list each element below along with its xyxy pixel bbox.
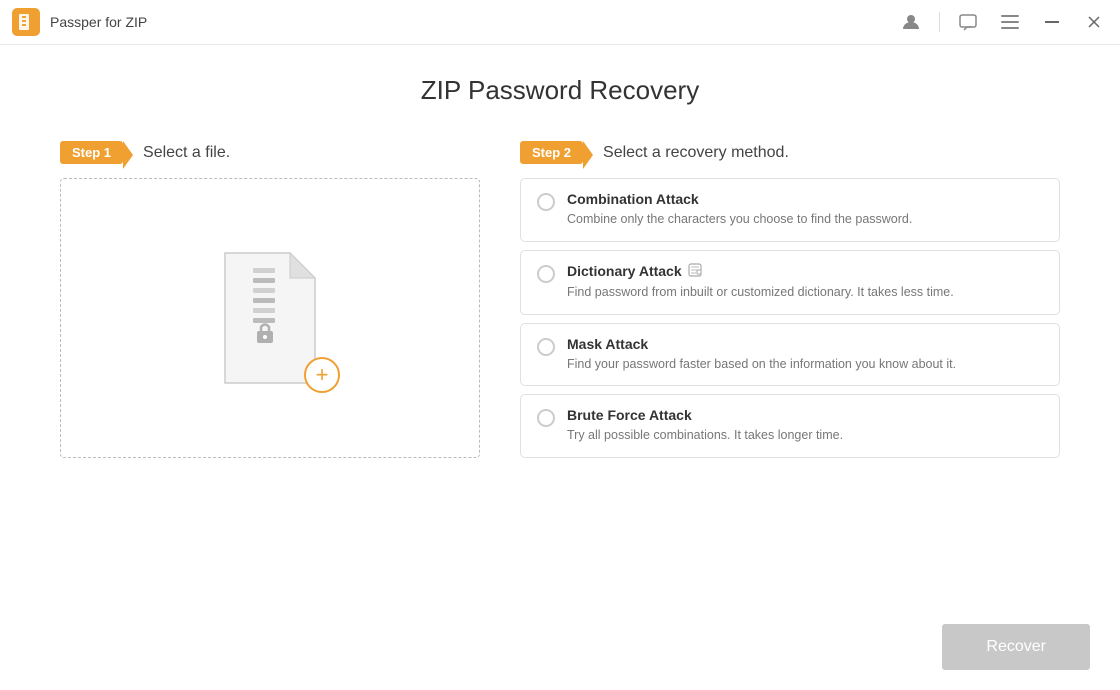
method-dictionary-info: Dictionary Attack Find password from inb… [567,263,1043,302]
title-bar: Passper for ZIP [0,0,1120,45]
user-icon[interactable] [897,8,925,36]
step1-badge: Step 1 [60,141,123,164]
minimize-button[interactable] [1038,8,1066,36]
method-mask-desc: Find your password faster based on the i… [567,355,1043,374]
add-file-button[interactable]: + [304,357,340,393]
title-bar-left: Passper for ZIP [12,8,147,36]
method-dictionary[interactable]: Dictionary Attack Find password from inb… [520,250,1060,315]
close-button[interactable] [1080,8,1108,36]
menu-icon[interactable] [996,8,1024,36]
app-icon [12,8,40,36]
method-dictionary-desc: Find password from inbuilt or customized… [567,283,1043,302]
method-combination[interactable]: Combination Attack Combine only the char… [520,178,1060,242]
app-title: Passper for ZIP [50,14,147,30]
method-dictionary-radio[interactable] [537,265,555,283]
method-mask-name: Mask Attack [567,336,1043,352]
page-title: ZIP Password Recovery [60,75,1060,106]
footer: Recover [942,624,1090,670]
step2-header: Step 2 Select a recovery method. [520,141,1060,164]
method-bruteforce-radio[interactable] [537,409,555,427]
step1-label: Select a file. [143,144,230,162]
step2-label: Select a recovery method. [603,144,789,162]
zip-file-icon: + [215,248,325,388]
method-bruteforce-desc: Try all possible combinations. It takes … [567,426,1043,445]
step2-badge: Step 2 [520,141,583,164]
left-panel: Step 1 Select a file. [60,141,480,458]
title-bar-controls [897,8,1108,36]
method-dictionary-name: Dictionary Attack [567,263,1043,280]
method-combination-radio[interactable] [537,193,555,211]
method-mask[interactable]: Mask Attack Find your password faster ba… [520,323,1060,387]
file-drop-area[interactable]: + [60,178,480,458]
method-mask-info: Mask Attack Find your password faster ba… [567,336,1043,374]
step1-header: Step 1 Select a file. [60,141,480,164]
method-bruteforce[interactable]: Brute Force Attack Try all possible comb… [520,394,1060,458]
steps-container: Step 1 Select a file. [60,141,1060,458]
divider [939,12,940,32]
method-bruteforce-name: Brute Force Attack [567,407,1043,423]
method-list: Combination Attack Combine only the char… [520,178,1060,458]
right-panel: Step 2 Select a recovery method. Combina… [520,141,1060,458]
main-content: ZIP Password Recovery Step 1 Select a fi… [0,45,1120,488]
chat-icon[interactable] [954,8,982,36]
method-combination-desc: Combine only the characters you choose t… [567,210,1043,229]
dictionary-help-icon[interactable] [688,263,702,280]
method-mask-radio[interactable] [537,338,555,356]
method-combination-name: Combination Attack [567,191,1043,207]
method-combination-info: Combination Attack Combine only the char… [567,191,1043,229]
recover-button[interactable]: Recover [942,624,1090,670]
method-bruteforce-info: Brute Force Attack Try all possible comb… [567,407,1043,445]
